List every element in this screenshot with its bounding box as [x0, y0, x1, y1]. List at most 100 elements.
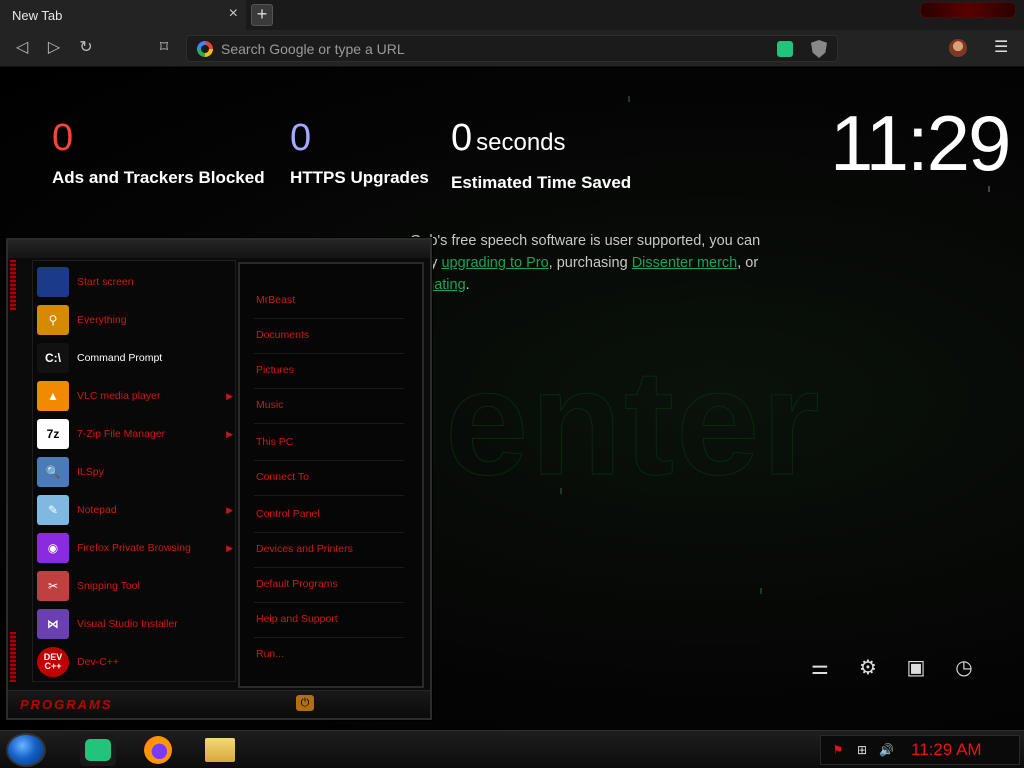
start-orb-button[interactable] — [6, 733, 46, 767]
folder-icon — [205, 738, 235, 762]
bg-speck — [628, 96, 630, 102]
stat-value: 0 — [451, 117, 473, 159]
start-screen-icon — [37, 267, 69, 297]
forward-icon[interactable]: ▷ — [44, 38, 64, 58]
power-icon[interactable]: ⏻ — [296, 695, 314, 711]
program-item[interactable]: Start screen — [37, 265, 233, 299]
place-item[interactable]: Devices and Printers — [256, 543, 353, 555]
separator — [254, 495, 404, 496]
program-item[interactable]: ▲ VLC media player ▶ — [37, 379, 233, 413]
start-menu-footer: PROGRAMS ⏻ — [8, 690, 430, 718]
clock: 11:29 — [830, 99, 1011, 187]
support-text: , purchasing — [548, 255, 632, 271]
history-icon[interactable]: ◷ — [952, 656, 976, 680]
bg-speck — [560, 488, 562, 494]
submenu-arrow-icon[interactable]: ▶ — [226, 391, 233, 402]
firefox-icon — [144, 736, 172, 764]
program-label: Command Prompt — [77, 352, 163, 364]
support-text: , or — [737, 255, 759, 271]
merch-link[interactable]: Dissenter merch — [632, 255, 738, 271]
place-item[interactable]: Control Panel — [256, 508, 320, 520]
place-item[interactable]: Music — [256, 399, 283, 411]
program-label: Firefox Private Browsing — [77, 542, 191, 554]
taskbar-firefox[interactable] — [140, 734, 176, 766]
stat-https-upgrades: 0 HTTPS Upgrades — [290, 116, 429, 188]
background-wordmark: enter — [445, 338, 822, 507]
program-item[interactable]: 🔍 ILSpy — [37, 455, 233, 489]
support-message: Gab's free speech software is user suppo… — [410, 230, 810, 296]
bookmark-icon[interactable]: ⌑ — [154, 38, 174, 58]
place-item[interactable]: MrBeast — [256, 294, 295, 306]
separator — [254, 423, 404, 424]
volume-icon[interactable]: 🔊 — [879, 743, 894, 757]
support-line-1: Gab's free speech software is user suppo… — [410, 233, 761, 249]
tab-new-tab[interactable]: New Tab × — [0, 0, 246, 30]
profile-avatar[interactable] — [949, 39, 967, 57]
address-placeholder: Search Google or type a URL — [221, 40, 405, 57]
program-item[interactable]: DEV C++ Dev-C++ — [37, 645, 233, 679]
place-item[interactable]: Documents — [256, 329, 309, 341]
program-label: Visual Studio Installer — [77, 618, 178, 630]
place-item[interactable]: This PC — [256, 436, 293, 448]
taskbar: ⚑ ⊞ 🔊 11:29 AM — [0, 730, 1024, 768]
action-center-icon[interactable]: ⚑ — [831, 743, 845, 757]
program-item[interactable]: C:\ Command Prompt — [37, 341, 233, 375]
separator — [254, 637, 404, 638]
reload-icon[interactable]: ↻ — [76, 38, 96, 58]
ilspy-icon: 🔍 — [37, 457, 69, 487]
shield-icon[interactable] — [811, 40, 827, 58]
gear-icon[interactable]: ⚙ — [856, 656, 880, 680]
new-tab-button[interactable]: + — [251, 4, 273, 26]
page-actions: ⚌ ⚙ ▣ ◷ — [808, 656, 976, 680]
menu-icon[interactable]: ☰ — [994, 37, 1008, 57]
taskbar-dissenter[interactable] — [80, 734, 116, 766]
submenu-arrow-icon[interactable]: ▶ — [226, 429, 233, 440]
separator — [254, 318, 404, 319]
submenu-arrow-icon[interactable]: ▶ — [226, 543, 233, 554]
dissenter-extension-icon[interactable] — [777, 41, 793, 57]
stat-label: Estimated Time Saved — [451, 173, 632, 192]
program-item[interactable]: ◉ Firefox Private Browsing ▶ — [37, 531, 233, 565]
taskbar-file-explorer[interactable] — [202, 734, 238, 766]
close-tab-icon[interactable]: × — [229, 6, 238, 22]
program-item[interactable]: ⚲ Everything — [37, 303, 233, 337]
program-item[interactable]: ⋈ Visual Studio Installer — [37, 607, 233, 641]
program-label: Start screen — [77, 276, 134, 288]
program-list: Start screen ⚲ Everything C:\ Command Prompt… — [32, 260, 236, 682]
scissors-icon: ✂ — [37, 571, 69, 601]
place-item[interactable]: Pictures — [256, 364, 294, 376]
program-label: VLC media player — [77, 390, 161, 402]
place-item[interactable]: Help and Support — [256, 613, 338, 625]
program-item[interactable]: 7z 7-Zip File Manager ▶ — [37, 417, 233, 451]
sliders-icon[interactable]: ⚌ — [808, 656, 832, 680]
place-item[interactable]: Connect To — [256, 471, 309, 483]
magnifier-icon: ⚲ — [37, 305, 69, 335]
place-item[interactable]: Default Programs — [256, 578, 338, 590]
taskbar-clock[interactable]: 11:29 AM — [911, 740, 982, 760]
all-programs-button[interactable]: PROGRAMS — [20, 697, 113, 712]
start-menu-header — [8, 240, 430, 258]
start-menu: Start screen ⚲ Everything C:\ Command Prompt… — [6, 238, 432, 720]
address-bar[interactable]: Search Google or type a URL — [186, 35, 838, 62]
program-label: Dev-C++ — [77, 656, 120, 668]
stat-time-saved: 0 seconds Estimated Time Saved — [451, 116, 631, 193]
start-menu-side-strip — [10, 260, 20, 690]
back-icon[interactable]: ◁ — [12, 38, 32, 58]
upgrade-pro-link[interactable]: upgrading to Pro — [441, 255, 548, 271]
brand-logo — [920, 2, 1016, 18]
submenu-arrow-icon[interactable]: ▶ — [226, 505, 233, 516]
separator — [254, 567, 404, 568]
desktop: New Tab × + ◁ ▷ ↻ ⌑ Search Google or typ… — [0, 0, 1024, 768]
tab-title: New Tab — [12, 7, 63, 23]
separator — [254, 532, 404, 533]
program-label: 7-Zip File Manager — [77, 428, 166, 440]
network-icon[interactable]: ⊞ — [855, 743, 869, 757]
program-item[interactable]: ✂ Snipping Tool — [37, 569, 233, 603]
dissenter-icon — [85, 739, 111, 761]
bookmarks-icon[interactable]: ▣ — [904, 656, 928, 680]
program-item[interactable]: ✎ Notepad ▶ — [37, 493, 233, 527]
separator — [254, 388, 404, 389]
place-item[interactable]: Run... — [256, 648, 284, 660]
stat-label: HTTPS Upgrades — [290, 168, 429, 187]
program-label: ILSpy — [77, 466, 104, 478]
